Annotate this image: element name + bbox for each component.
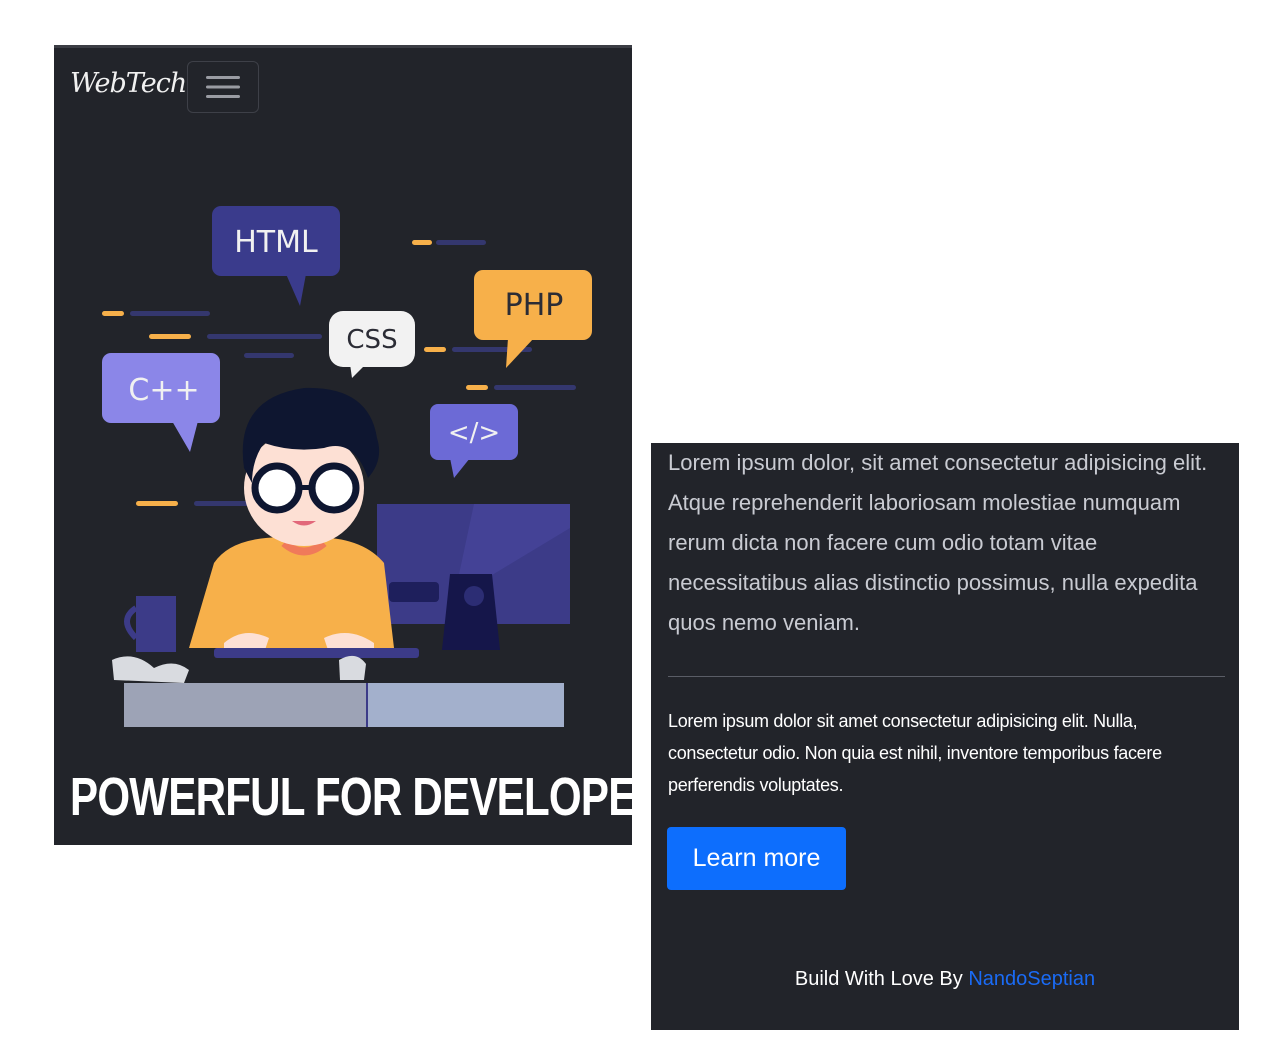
hamburger-menu-icon [206,76,240,98]
php-label: PHP [505,288,564,323]
mug-icon [124,596,176,652]
php-bubble: PHP [474,270,592,368]
cpp-bubble: C++ [102,353,220,452]
brand-logo[interactable]: WebTech [70,68,187,99]
monitor [377,504,570,650]
developer-character [189,387,394,653]
html-label: HTML [234,225,318,260]
html-bubble: HTML [212,206,340,306]
css-label: CSS [346,325,397,355]
divider [668,676,1225,677]
developer-illustration: HTML CSS PHP C++ </> [102,206,592,727]
learn-more-button[interactable]: Learn more [667,827,846,890]
css-bubble: CSS [329,311,415,378]
body-paragraph: Lorem ipsum dolor sit amet consectetur a… [668,711,1162,795]
lead-paragraph: Lorem ipsum dolor, sit amet consectetur … [668,450,1208,635]
cpp-label: C++ [128,373,199,408]
keyboard [214,648,419,658]
footer-prefix: Build With Love By [794,968,963,990]
navbar-toggle-button[interactable] [187,61,259,113]
navbar: WebTech [54,48,632,128]
desk [124,683,564,727]
content-screen: Lorem ipsum dolor, sit amet consectetur … [651,443,1239,1030]
footer: Build With Love By NandoSeptian [651,968,1239,991]
code-label: </> [448,418,500,448]
papers [112,655,366,683]
hero-screen: WebTech HTML CSS PHP C++ </> POWERFUL FO… [54,45,679,845]
hero-headline: POWERFUL FOR DEVELOPER! [70,767,679,827]
code-bubble: </> [430,404,518,478]
author-link[interactable]: NandoSeptian [968,968,1095,990]
